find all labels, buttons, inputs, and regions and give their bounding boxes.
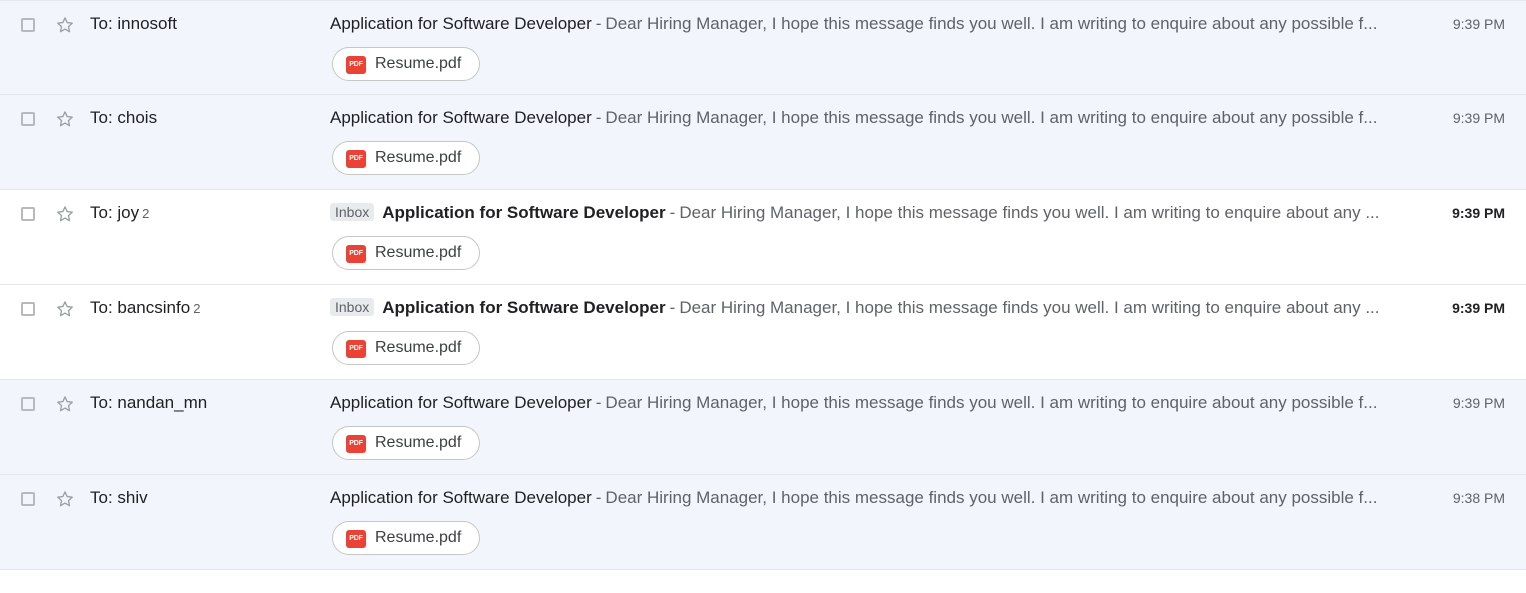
attachment-chip[interactable]: PDF Resume.pdf — [332, 521, 480, 555]
timestamp: 9:39 PM — [1452, 205, 1505, 221]
select-checkbox[interactable] — [21, 492, 35, 506]
thread-count: 2 — [193, 301, 201, 316]
separator: - — [669, 298, 676, 317]
recipient-name: To: innosoft — [90, 14, 177, 33]
star-icon[interactable] — [55, 394, 75, 414]
subject: Application for Software Developer — [330, 14, 592, 33]
attachment-chip[interactable]: PDF Resume.pdf — [332, 426, 480, 460]
pdf-icon: PDF — [346, 340, 366, 358]
pdf-icon: PDF — [346, 530, 366, 548]
snippet: Dear Hiring Manager, I hope this message… — [605, 393, 1378, 412]
message-preview[interactable]: Inbox Application for Software Developer -… — [330, 298, 1388, 318]
pdf-icon: PDF — [346, 56, 366, 74]
timestamp: 9:39 PM — [1452, 110, 1505, 126]
email-row[interactable]: To: chois Application for Software Devel… — [0, 95, 1526, 190]
recipient-name: To: shiv — [90, 488, 148, 507]
star-icon[interactable] — [55, 299, 75, 319]
snippet: Dear Hiring Manager, I hope this message… — [605, 488, 1378, 507]
snippet: Dear Hiring Manager, I hope this message… — [679, 298, 1380, 317]
snippet: Dear Hiring Manager, I hope this message… — [605, 108, 1378, 127]
recipient: To: shiv — [90, 488, 148, 508]
recipient-name: To: chois — [90, 108, 158, 127]
attachment-chip[interactable]: PDF Resume.pdf — [332, 331, 480, 365]
snippet: Dear Hiring Manager, I hope this message… — [679, 203, 1380, 222]
select-checkbox[interactable] — [21, 397, 35, 411]
separator: - — [595, 14, 602, 33]
recipient: To: joy 2 — [90, 203, 149, 223]
star-icon[interactable] — [55, 204, 75, 224]
email-row[interactable]: To: nandan_mn Application for Software D… — [0, 380, 1526, 475]
recipient: To: innosoft — [90, 14, 177, 34]
subject: Application for Software Developer — [330, 108, 592, 127]
email-row[interactable]: To: innosoft Application for Software De… — [0, 0, 1526, 95]
recipient-name: To: nandan_mn — [90, 393, 208, 412]
timestamp: 9:39 PM — [1452, 16, 1505, 32]
message-preview[interactable]: Application for Software Developer - Dear … — [330, 488, 1388, 508]
subject: Application for Software Developer — [330, 393, 592, 412]
recipient-name: To: joy — [90, 203, 140, 222]
message-preview[interactable]: Application for Software Developer - Dear … — [330, 108, 1388, 128]
separator: - — [595, 488, 602, 507]
message-preview[interactable]: Inbox Application for Software Developer -… — [330, 203, 1388, 223]
timestamp: 9:39 PM — [1452, 395, 1505, 411]
email-row[interactable]: To: joy 2 Inbox Application for Software D… — [0, 190, 1526, 285]
star-icon[interactable] — [55, 109, 75, 129]
recipient-name: To: bancsinfo — [90, 298, 191, 317]
subject: Application for Software Developer — [382, 203, 666, 222]
pdf-icon: PDF — [346, 435, 366, 453]
star-icon[interactable] — [55, 15, 75, 35]
select-checkbox[interactable] — [21, 18, 35, 32]
recipient: To: chois — [90, 108, 157, 128]
star-icon[interactable] — [55, 489, 75, 509]
pdf-icon: PDF — [346, 150, 366, 168]
subject: Application for Software Developer — [330, 488, 592, 507]
attachment-name: Resume.pdf — [375, 244, 462, 261]
timestamp: 9:39 PM — [1452, 300, 1505, 316]
email-row[interactable]: To: shiv Application for Software Develo… — [0, 475, 1526, 570]
separator: - — [669, 203, 676, 222]
attachment-name: Resume.pdf — [375, 149, 462, 166]
email-list: To: innosoft Application for Software De… — [0, 0, 1526, 570]
separator: - — [595, 108, 602, 127]
subject: Application for Software Developer — [382, 298, 666, 317]
select-checkbox[interactable] — [21, 112, 35, 126]
attachment-name: Resume.pdf — [375, 339, 462, 356]
snippet: Dear Hiring Manager, I hope this message… — [605, 14, 1378, 33]
attachment-chip[interactable]: PDF Resume.pdf — [332, 141, 480, 175]
email-row[interactable]: To: bancsinfo 2 Inbox Application for Soft… — [0, 285, 1526, 380]
attachment-name: Resume.pdf — [375, 434, 462, 451]
thread-count: 2 — [142, 206, 150, 221]
attachment-name: Resume.pdf — [375, 55, 462, 72]
message-preview[interactable]: Application for Software Developer - Dear … — [330, 393, 1388, 413]
inbox-label[interactable]: Inbox — [330, 298, 375, 316]
recipient: To: nandan_mn — [90, 393, 207, 413]
pdf-icon: PDF — [346, 245, 366, 263]
timestamp: 9:38 PM — [1452, 490, 1505, 506]
select-checkbox[interactable] — [21, 207, 35, 221]
message-preview[interactable]: Application for Software Developer - Dear … — [330, 14, 1388, 34]
recipient: To: bancsinfo 2 — [90, 298, 200, 318]
attachment-chip[interactable]: PDF Resume.pdf — [332, 236, 480, 270]
attachment-name: Resume.pdf — [375, 529, 462, 546]
attachment-chip[interactable]: PDF Resume.pdf — [332, 47, 480, 81]
select-checkbox[interactable] — [21, 302, 35, 316]
separator: - — [595, 393, 602, 412]
inbox-label[interactable]: Inbox — [330, 203, 375, 221]
